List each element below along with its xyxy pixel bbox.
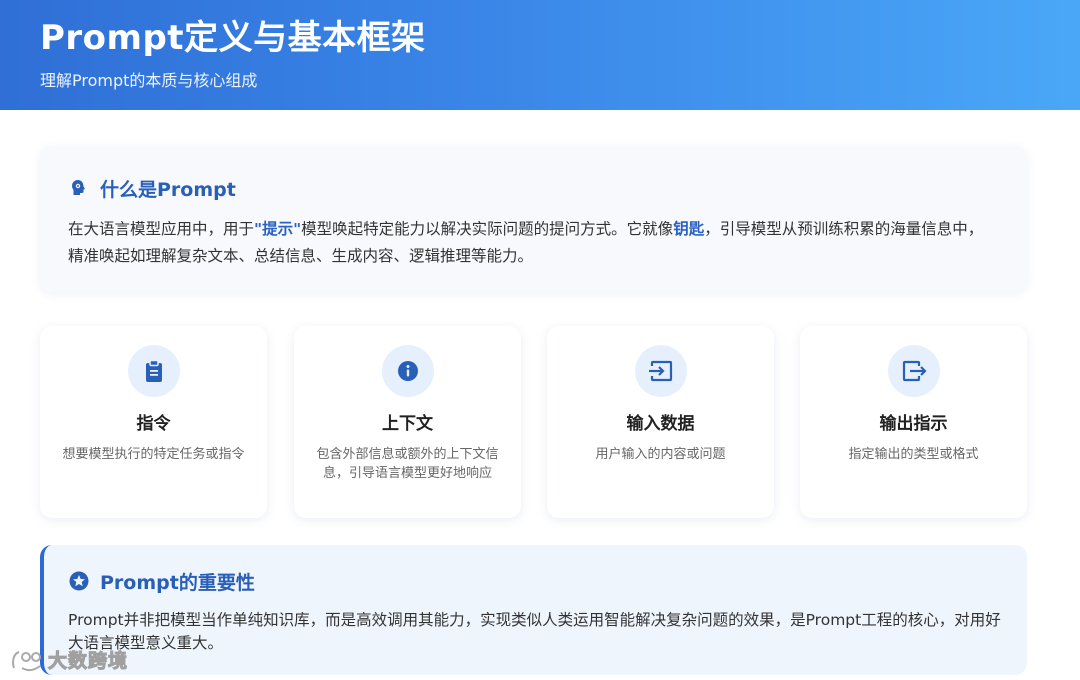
component-title: 指令 bbox=[136, 414, 171, 434]
page-title: Prompt定义与基本框架 bbox=[40, 18, 426, 58]
page-subtitle: 理解Prompt的本质与核心组成 bbox=[40, 71, 258, 90]
watermark-logo-icon bbox=[12, 650, 41, 671]
what-is-prompt-heading: 什么是Prompt bbox=[68, 174, 997, 202]
output-icon bbox=[887, 345, 940, 397]
importance-text: Prompt并非把模型当作单纯知识库，而是高效调用其能力，实现类似人类运用智能解… bbox=[68, 611, 1001, 652]
info-icon bbox=[381, 345, 434, 397]
highlight-hint: "提示" bbox=[254, 220, 302, 238]
watermark: 大数跨境 bbox=[10, 646, 128, 673]
component-title: 输出指示 bbox=[879, 414, 948, 434]
component-desc: 包含外部信息或额外的上下文信息，引导语言模型更好地响应 bbox=[316, 447, 499, 481]
what-is-prompt-title: 什么是Prompt bbox=[100, 178, 236, 201]
watermark-text: 大数跨境 bbox=[47, 650, 129, 673]
component-card-input: 输入数据 用户输入的内容或问题 bbox=[547, 326, 774, 518]
importance-card: Prompt的重要性 Prompt并非把模型当作单纯知识库，而是高效调用其能力，… bbox=[40, 545, 1027, 675]
component-title: 上下文 bbox=[382, 414, 433, 434]
star-icon bbox=[68, 570, 90, 592]
component-title: 输入数据 bbox=[626, 414, 695, 434]
text-segment: 在大语言模型应用中，用于 bbox=[68, 220, 255, 238]
head-brain-icon bbox=[68, 177, 90, 199]
clipboard-icon bbox=[127, 345, 180, 397]
component-card-output: 输出指示 指定输出的类型或格式 bbox=[800, 326, 1027, 518]
component-desc: 用户输入的内容或问题 bbox=[595, 447, 726, 462]
page-header: Prompt定义与基本框架 理解Prompt的本质与核心组成 bbox=[0, 0, 1080, 110]
component-card-instruction: 指令 想要模型执行的特定任务或指令 bbox=[40, 326, 267, 518]
component-desc: 想要模型执行的特定任务或指令 bbox=[62, 447, 245, 462]
component-desc: 指定输出的类型或格式 bbox=[848, 447, 979, 462]
what-is-prompt-text: 在大语言模型应用中，用于"提示"模型唤起特定能力以解决实际问题的提问方式。它就像… bbox=[68, 216, 997, 270]
importance-heading: Prompt的重要性 bbox=[68, 567, 1001, 595]
what-is-prompt-card: 什么是Prompt 在大语言模型应用中，用于"提示"模型唤起特定能力以解决实际问… bbox=[40, 146, 1027, 292]
input-icon bbox=[634, 345, 687, 397]
importance-title: Prompt的重要性 bbox=[100, 571, 255, 594]
highlight-key: 钥匙 bbox=[673, 220, 705, 238]
component-card-context: 上下文 包含外部信息或额外的上下文信息，引导语言模型更好地响应 bbox=[294, 326, 521, 518]
text-segment: 模型唤起特定能力以解决实际问题的提问方式。它就像 bbox=[301, 220, 674, 238]
